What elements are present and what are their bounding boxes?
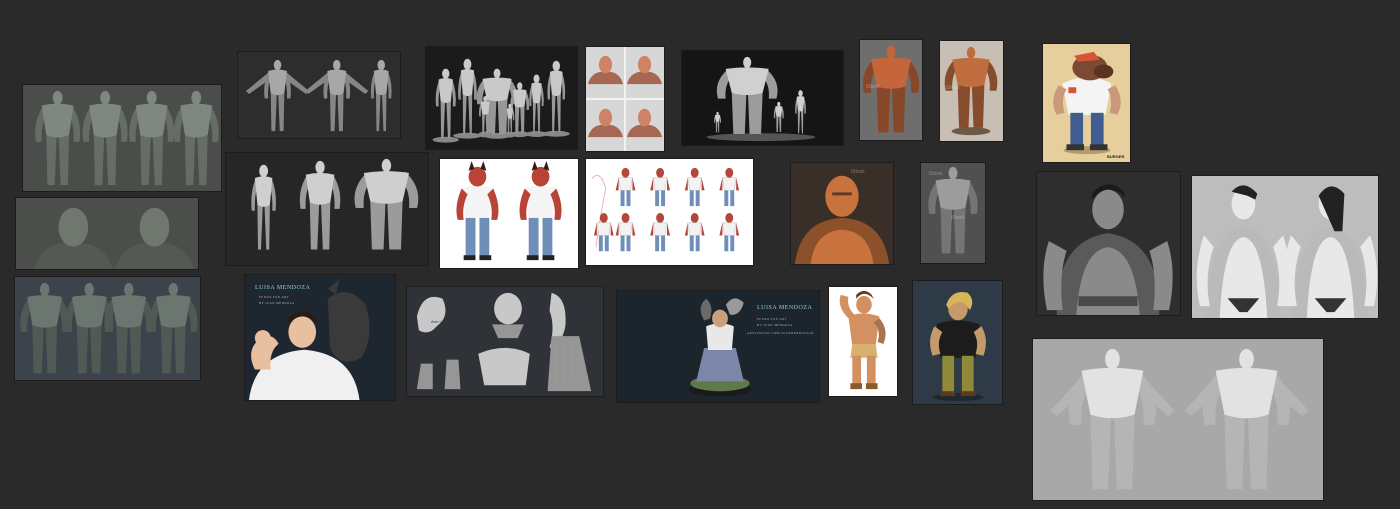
ref-image-devil-guy-sketch-sheet[interactable]: [585, 158, 754, 266]
long-hair-muscle-clay-artwork: [1192, 176, 1378, 318]
stock-wm-label: iStock: [866, 84, 880, 90]
brute-head-closeups-artwork: [16, 198, 198, 269]
ref-image-zombie-turnaround[interactable]: [22, 84, 222, 192]
reference-board: iStock iStock BURGER iStock iStock iStoc…: [0, 0, 1400, 509]
luisa-title-2-label: LUISA MENDOZA: [757, 305, 813, 311]
base-mesh-turnaround-artwork: [238, 52, 400, 138]
luisa-credit-1-label: BY JUAN MENDOZA: [259, 301, 295, 305]
ref-image-family-grey-sculpts[interactable]: [681, 50, 844, 146]
anatomy-back-sculpt-artwork: [921, 163, 985, 263]
muscleman-painted-front-artwork: [860, 40, 922, 140]
character-family-sculpts-artwork: [426, 47, 577, 149]
bull-logo-label: BURGER: [1107, 154, 1125, 159]
hulk-style-sculpt-artwork: [1037, 172, 1180, 315]
ref-image-base-mesh-turnaround[interactable]: [237, 51, 401, 139]
ref-image-bull-sailor-cartoon[interactable]: BURGER: [1042, 43, 1131, 163]
part-legs-label: Legs: [413, 351, 422, 356]
part-head-label: Head: [515, 291, 525, 296]
ref-image-character-family-sculpts[interactable]: [425, 46, 578, 150]
stock-wm-label: iStock: [851, 169, 865, 175]
muscular-anatomy-front-back-artwork: [1033, 339, 1323, 500]
ref-image-blond-guy-3d-render[interactable]: [912, 280, 1003, 405]
hercules-2d-art-artwork: [829, 287, 897, 396]
ref-image-luisa-parts-breakdown[interactable]: Arm Left Head Arm Right Body Legs Leg Left Ski…: [406, 286, 604, 397]
ref-image-muscleman-painted-front[interactable]: iStock: [859, 39, 923, 141]
luisa-sub-2-label: FUNKO FAN ART: [757, 317, 787, 321]
zombie-turnaround-artwork: [23, 85, 221, 191]
body-type-lineup-artwork: [226, 153, 428, 265]
bull-sailor-cartoon-artwork: [1043, 44, 1130, 162]
ref-image-hulk-style-sculpt[interactable]: [1036, 171, 1181, 316]
luisa-credit-2-label: BY JUAN MENDOZA: [757, 323, 793, 327]
ref-image-brute-four-views[interactable]: [14, 276, 201, 381]
family-grey-sculpts-artwork: [682, 51, 843, 145]
ref-image-muscle-study-bust-grid[interactable]: [585, 46, 665, 152]
stock-wm-label: iStock: [929, 171, 943, 177]
blond-guy-3d-render-artwork: [913, 281, 1002, 404]
luisa-title-1-label: LUISA MENDOZA: [255, 285, 311, 291]
stock-wm-label: iStock: [946, 85, 960, 91]
luisa-sub-1-label: FUNKO FAN ART: [259, 295, 289, 299]
stock-wm-label: iStock: [951, 215, 965, 221]
bald-strongman-bust-artwork: [791, 163, 893, 264]
muscleman-painted-pose-artwork: [940, 41, 1003, 141]
brute-four-views-artwork: [15, 277, 200, 380]
part-skirt-label: Skirt: [587, 331, 595, 336]
ref-image-hercules-2d-art[interactable]: [828, 286, 898, 397]
ref-image-muscleman-painted-pose[interactable]: iStock: [939, 40, 1004, 142]
ref-image-brute-head-closeups[interactable]: [15, 197, 199, 270]
part-leg-left-label: Leg Left: [447, 351, 462, 356]
ref-image-devil-guy-concept[interactable]: [439, 158, 579, 269]
luisa-parts-breakdown-artwork: [407, 287, 603, 396]
devil-guy-concept-artwork: [440, 159, 578, 268]
part-arm-right-label: Arm Right: [563, 297, 581, 302]
ref-image-bald-strongman-bust[interactable]: iStock: [790, 162, 894, 265]
ref-image-luisa-mendoza-render[interactable]: LUISA MENDOZA FUNKO FAN ART BY JUAN MENDOZ…: [244, 274, 396, 401]
luisa-mendoza-render-artwork: [245, 275, 395, 400]
ref-image-luisa-statue-presentation[interactable]: LUISA MENDOZA FUNKO FAN ART BY JUAN MENDOZ…: [616, 290, 820, 403]
part-arm-left-label: Arm Left: [431, 319, 447, 324]
devil-guy-sketch-sheet-artwork: [586, 159, 753, 265]
ref-image-muscular-anatomy-front-back[interactable]: [1032, 338, 1324, 501]
ref-image-long-hair-muscle-clay[interactable]: [1191, 175, 1379, 319]
muscle-study-bust-grid-artwork: [586, 47, 664, 151]
part-body-label: Body: [499, 389, 509, 394]
ref-image-anatomy-back-sculpt[interactable]: iStock iStock: [920, 162, 986, 264]
ref-image-body-type-lineup[interactable]: [225, 152, 429, 266]
luisa-credit-3-label: ARTSTATION.COM/JUANMENDOZA3D: [747, 331, 814, 335]
